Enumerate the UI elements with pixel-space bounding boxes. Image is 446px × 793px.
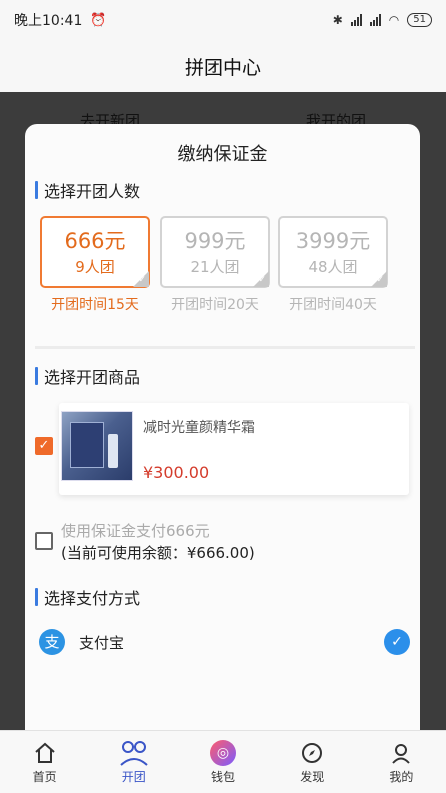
nav-label: 我的 (389, 770, 414, 784)
status-icons: ✱ ◠ 51 (333, 13, 432, 27)
wallet-icon: ◎ (210, 738, 236, 768)
page-title: 拼团中心 (184, 56, 261, 79)
group-icon (119, 738, 149, 768)
product-price: ¥300.00 (143, 463, 210, 482)
deposit-balance: (当前可使用余额：¥666.00) (61, 544, 255, 562)
nav-item-home[interactable]: 首页 (0, 731, 89, 793)
check-icon: ✓ (258, 275, 266, 285)
option-price: 666元 (64, 229, 126, 253)
sheet-title: 缴纳保证金 (177, 144, 268, 165)
battery-icon: 51 (407, 13, 432, 27)
nav-label: 钱包 (211, 770, 236, 784)
alipay-icon: 支 (39, 629, 65, 655)
home-icon (33, 738, 57, 768)
bluetooth-icon: ✱ (332, 13, 343, 27)
deposit-sheet: 缴纳保证金 选择开团人数 666元 9人团 ✓ 999元 21人团 ✓ 3999… (25, 124, 420, 730)
section-marker (35, 367, 38, 385)
status-bar: 晚上10:41 ⏰ ✱ ◠ 51 (0, 0, 446, 40)
group-option-21[interactable]: 999元 21人团 ✓ (160, 216, 270, 288)
bottom-nav: 首页 开团 ◎ 钱包 发现 我的 (0, 730, 446, 793)
product-card[interactable]: 减时光童颜精华霜 ¥300.00 (59, 403, 409, 495)
option-duration: 开团时间20天 (171, 297, 259, 313)
section-group-size: 选择开团人数 (35, 178, 140, 202)
nav-label: 开团 (121, 770, 146, 784)
nav-label: 首页 (32, 770, 57, 784)
deposit-checkbox[interactable] (35, 532, 53, 550)
deposit-label: 使用保证金支付666元 (61, 522, 210, 540)
check-icon: ✓ (376, 275, 384, 285)
group-option-48[interactable]: 3999元 48人团 ✓ (278, 216, 388, 288)
signal-icon-2 (369, 14, 381, 26)
payment-option-alipay[interactable]: 支 支付宝 ✓ (35, 622, 410, 662)
group-option-9[interactable]: 666元 9人团 ✓ (40, 216, 150, 288)
section-heading: 选择开团人数 (44, 182, 141, 201)
selected-check-icon[interactable]: ✓ (384, 629, 410, 655)
product-name: 减时光童颜精华霜 (143, 420, 255, 436)
nav-item-group[interactable]: 开团 (89, 731, 178, 793)
status-time: 晚上10:41 (14, 13, 83, 29)
section-heading: 选择开团商品 (44, 368, 141, 387)
payment-label: 支付宝 (79, 633, 125, 652)
nav-label: 发现 (300, 770, 325, 784)
product-checkbox[interactable]: ✓ (35, 437, 53, 455)
section-heading: 选择支付方式 (44, 589, 141, 608)
wifi-icon: ◠ (388, 13, 400, 27)
nav-item-profile[interactable]: 我的 (357, 731, 446, 793)
compass-icon (300, 738, 324, 768)
section-marker (35, 588, 38, 606)
profile-icon (389, 738, 413, 768)
section-payment: 选择支付方式 (35, 585, 140, 609)
section-marker (35, 181, 38, 199)
option-price: 3999元 (295, 229, 371, 253)
option-duration: 开团时间40天 (289, 297, 377, 313)
nav-item-discover[interactable]: 发现 (268, 731, 357, 793)
signal-icon (350, 14, 362, 26)
nav-item-wallet[interactable]: ◎ 钱包 (178, 731, 267, 793)
section-product: 选择开团商品 (35, 364, 140, 388)
divider (35, 346, 415, 349)
alarm-off-icon: ⏰ (90, 12, 107, 28)
check-icon: ✓ (138, 275, 146, 285)
product-image (61, 411, 133, 481)
page-title-bar: 拼团中心 (0, 40, 446, 92)
option-price: 999元 (184, 229, 246, 253)
option-duration: 开团时间15天 (51, 297, 139, 313)
